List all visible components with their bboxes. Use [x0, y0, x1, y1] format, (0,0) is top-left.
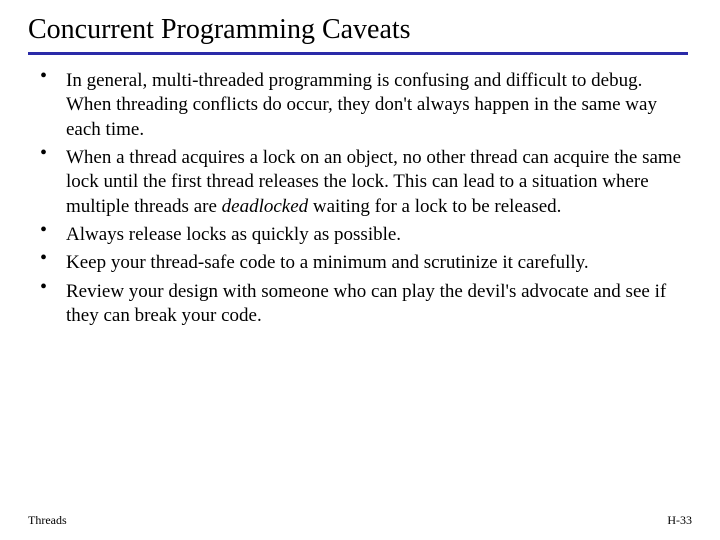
title-rule — [28, 52, 688, 55]
bullet-text: Always release locks as quickly as possi… — [66, 224, 401, 245]
bullet-text: waiting for a lock to be released. — [308, 196, 561, 217]
list-item: In general, multi-threaded programming i… — [40, 69, 692, 142]
list-item: Keep your thread-safe code to a minimum … — [40, 251, 692, 275]
footer: Threads H-33 — [28, 513, 692, 528]
list-item: When a thread acquires a lock on an obje… — [40, 146, 692, 219]
bullet-text: Review your design with someone who can … — [66, 281, 666, 326]
footer-left: Threads — [28, 513, 67, 528]
italic-term: deadlocked — [222, 196, 309, 217]
slide-title: Concurrent Programming Caveats — [28, 14, 692, 46]
bullet-list: In general, multi-threaded programming i… — [28, 69, 692, 328]
bullet-text: In general, multi-threaded programming i… — [66, 70, 657, 140]
list-item: Review your design with someone who can … — [40, 280, 692, 329]
footer-right: H-33 — [667, 513, 692, 528]
bullet-text: Keep your thread-safe code to a minimum … — [66, 252, 589, 273]
list-item: Always release locks as quickly as possi… — [40, 223, 692, 247]
slide: Concurrent Programming Caveats In genera… — [0, 0, 720, 328]
